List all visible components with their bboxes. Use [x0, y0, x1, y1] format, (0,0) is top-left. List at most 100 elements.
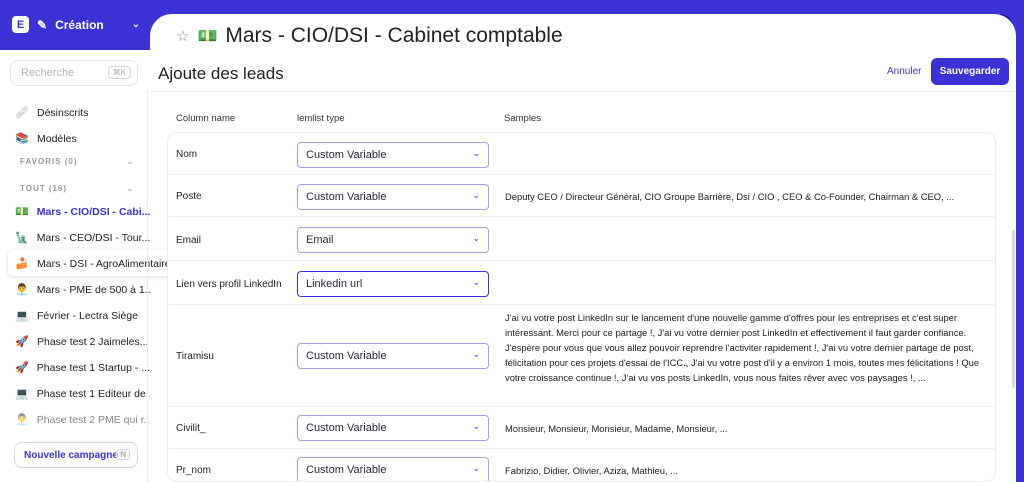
rocket-icon: 🚀 [15, 362, 29, 374]
select-value: Custom Variable [306, 464, 387, 476]
lemlist-type-select[interactable]: Custom Variable ⌄ [297, 343, 489, 369]
app-logo: E [12, 16, 29, 33]
table-row: Tiramisu Custom Variable ⌄ J'ai vu votre… [168, 305, 995, 407]
row-column-name: Tiramisu [176, 351, 214, 362]
cake-icon: 🍰 [15, 258, 29, 270]
chevron-down-icon[interactable]: ⌄ [126, 156, 134, 167]
row-column-name: Nom [176, 149, 198, 160]
new-campaign-shortcut: N [116, 449, 130, 460]
sidebar-item-label: Phase test 2 PME qui r... [36, 413, 150, 426]
star-icon[interactable]: ☆ [176, 27, 189, 45]
search-input[interactable]: Recherche ⌘K [10, 60, 138, 86]
mapping-table: Nom Custom Variable ⌄ Poste Custom Varia… [167, 132, 996, 482]
chevron-down-icon[interactable]: ⌄ [126, 183, 134, 194]
select-value: Linkedin url [306, 278, 363, 290]
select-value: Custom Variable [306, 191, 387, 203]
sidebar-item-label: Phase test 1 Startup - ... [36, 361, 150, 374]
workspace-switcher[interactable]: E ✎ Création ⌄ [12, 16, 140, 33]
row-column-name: Civilit_ [176, 423, 206, 434]
campaign-emoji: 💵 [197, 28, 218, 45]
tout-section[interactable]: TOUT (16) [20, 184, 67, 193]
favoris-section[interactable]: FAVORIS (0) [20, 157, 78, 166]
person-icon: 👨‍💼 [15, 414, 29, 426]
laptop-icon: 💻 [15, 388, 29, 400]
lemlist-type-select[interactable]: Custom Variable ⌄ [297, 142, 489, 168]
row-column-name: Lien vers profil LinkedIn [176, 279, 282, 290]
sidebar-item-label: Février - Lectra Siège [37, 309, 138, 322]
chevron-down-icon: ⌄ [472, 463, 480, 473]
select-value: Custom Variable [306, 422, 387, 434]
section-heading: Ajoute des leads [158, 64, 284, 83]
table-row: Nom Custom Variable ⌄ [168, 133, 995, 175]
pencil-icon: ✎ [37, 17, 48, 32]
sidebar-campaign-item[interactable]: 💻 Février - Lectra Siège [15, 309, 150, 323]
books-icon: 📚 [15, 133, 29, 145]
workspace-label: Création [55, 17, 104, 32]
sidebar-item-label: Phase test 1 Editeur de... [36, 387, 150, 400]
lemlist-type-select[interactable]: Custom Variable ⌄ [297, 184, 489, 210]
header-divider [150, 91, 1016, 92]
select-value: Custom Variable [306, 149, 387, 161]
table-row: Lien vers profil LinkedIn Linkedin url ⌄ [168, 261, 995, 305]
sidebar-item-label: Phase test 2 Jaimeles... [37, 335, 149, 348]
sidebar-campaign-item[interactable]: 💻 Phase test 1 Editeur de... [15, 387, 150, 401]
cancel-button[interactable]: Annuler [887, 66, 921, 77]
person-icon: 👨‍💼 [15, 284, 29, 296]
sidebar-campaign-item[interactable]: 🗽 Mars - CEO/DSI - Tour... [15, 231, 150, 245]
sidebar-item-label: Désinscrits [37, 106, 89, 119]
lemlist-type-select[interactable]: Email ⌄ [297, 227, 489, 253]
sidebar-campaign-item[interactable]: 👨‍💼 Mars - PME de 500 à 1... [15, 283, 150, 297]
select-value: Email [306, 234, 334, 246]
sidebar-campaign-item[interactable]: 💵 Mars - CIO/DSI - Cabi... › [15, 205, 150, 219]
row-column-name: Email [176, 235, 202, 246]
laptop-icon: 💻 [15, 310, 29, 322]
sidebar-divider [147, 90, 148, 482]
lemlist-type-select[interactable]: Custom Variable ⌄ [297, 415, 489, 441]
row-sample: J'ai vu votre post LinkedIn sur le lance… [505, 312, 980, 383]
lemlist-type-select[interactable]: Custom Variable ⌄ [297, 457, 489, 481]
chevron-down-icon: ⌄ [131, 19, 141, 30]
lemlist-type-select[interactable]: Linkedin url ⌄ [297, 271, 489, 297]
chevron-down-icon: ⌄ [472, 190, 480, 200]
sidebar-item-label: Mars - DSI - AgroAlimentaire [37, 257, 171, 270]
rocket-icon: 🚀 [15, 336, 29, 348]
sidebar-campaign-item[interactable]: 🚀 Phase test 2 Jaimeles... [15, 335, 150, 349]
sidebar-item-label: Mars - PME de 500 à 1... [36, 283, 150, 296]
sidebar-campaign-item[interactable]: 🍰 Mars - DSI - AgroAlimentaire [15, 257, 175, 271]
column-header-name: Column name [176, 113, 236, 124]
table-row: Civilit_ Custom Variable ⌄ Monsieur, Mon… [168, 407, 995, 449]
chevron-down-icon: ⌄ [472, 233, 480, 243]
statue-icon: 🗽 [15, 232, 29, 244]
column-header-samples: Samples [504, 113, 541, 124]
sidebar-item-modeles[interactable]: 📚 Modèles [15, 132, 150, 146]
sidebar-campaign-item[interactable]: 🚀 Phase test 1 Startup - ... [15, 361, 150, 375]
page-title: Mars - CIO/DSI - Cabinet comptable [225, 24, 563, 47]
scrollbar[interactable] [1012, 230, 1015, 388]
row-sample: Deputy CEO / Directeur Général, CIO Grou… [505, 191, 955, 202]
chevron-down-icon: ⌄ [472, 421, 480, 431]
column-header-type: lemlist type [297, 113, 345, 124]
chevron-down-icon: ⌄ [472, 148, 480, 158]
table-row: Email Email ⌄ [168, 217, 995, 261]
sidebar-item-label: Mars - CIO/DSI - Cabi... [36, 205, 150, 218]
sidebar-item-desinscrits[interactable]: 🩹 Désinscrits [15, 106, 150, 120]
chevron-down-icon: ⌄ [472, 349, 480, 359]
sidebar-campaign-item[interactable]: 👨‍💼 Phase test 2 PME qui r... [15, 413, 150, 427]
new-campaign-button[interactable]: Nouvelle campagne N [14, 442, 138, 468]
table-row: Poste Custom Variable ⌄ Deputy CEO / Dir… [168, 175, 995, 217]
row-sample: Fabrizio, Didier, Olivier, Aziza, Mathie… [505, 465, 678, 476]
page-title-row: ☆ 💵 Mars - CIO/DSI - Cabinet comptable [176, 24, 563, 48]
save-button[interactable]: Sauvegarder [931, 58, 1009, 85]
new-campaign-label: Nouvelle campagne [24, 450, 118, 461]
search-shortcut: ⌘K [107, 66, 131, 79]
table-row: Pr_nom Custom Variable ⌄ Fabrizio, Didie… [168, 449, 995, 481]
row-sample: Monsieur, Monsieur, Monsieur, Madame, Mo… [505, 423, 728, 434]
select-value: Custom Variable [306, 350, 387, 362]
sidebar-item-label: Modèles [37, 132, 77, 145]
bandage-icon: 🩹 [15, 107, 29, 119]
chevron-down-icon: ⌄ [472, 277, 480, 287]
money-icon: 💵 [15, 206, 29, 218]
row-column-name: Poste [176, 191, 202, 202]
sidebar-item-label: Mars - CEO/DSI - Tour... [36, 231, 150, 244]
row-column-name: Pr_nom [176, 465, 212, 476]
